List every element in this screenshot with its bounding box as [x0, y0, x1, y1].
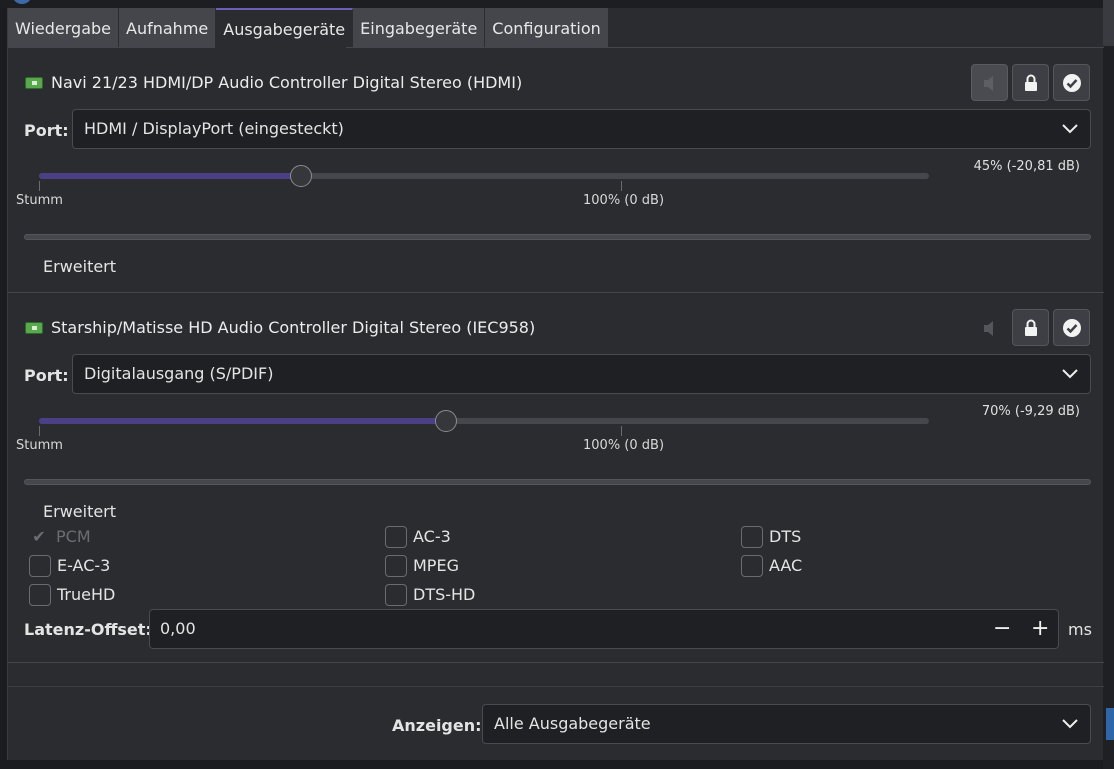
tab-configuration[interactable]: Configuration: [485, 8, 609, 48]
tab-ausgabegeraete[interactable]: Ausgabegeräte: [216, 8, 354, 48]
port-label: Port:: [24, 366, 69, 385]
checkbox-box[interactable]: [385, 555, 407, 577]
tick-100: [621, 426, 622, 436]
format-dtshd-checkbox[interactable]: DTS-HD: [385, 584, 475, 606]
speaker-icon: [984, 321, 993, 336]
device-separator: [8, 662, 1104, 663]
volume-slider[interactable]: [39, 410, 929, 432]
device-name: Starship/Matisse HD Audio Controller Dig…: [51, 318, 536, 337]
volume-slider-handle[interactable]: [290, 165, 312, 187]
background-window-edge: [1103, 0, 1114, 769]
checkbox-box[interactable]: [29, 555, 51, 577]
mute-button[interactable]: [971, 309, 1008, 346]
format-mpeg-checkbox[interactable]: MPEG: [385, 555, 459, 577]
tab-wiedergabe[interactable]: Wiedergabe: [8, 8, 120, 48]
check-circle-icon: [1063, 319, 1081, 337]
tab-underline: [346, 47, 1104, 48]
format-label: PCM: [56, 527, 91, 546]
sound-card-icon: [25, 322, 43, 334]
advanced-expander[interactable]: Erweitert: [43, 502, 116, 521]
chevron-down-icon: [1062, 369, 1078, 379]
volume-percent: 70% (-9,29 dB): [981, 404, 1080, 419]
port-value: Digitalausgang (S/PDIF): [84, 364, 274, 383]
lock-icon: [1025, 319, 1037, 336]
tab-bar: Wiedergabe Aufnahme Ausgabegeräte Eingab…: [8, 8, 609, 48]
format-truehd-checkbox[interactable]: TrueHD: [29, 584, 115, 606]
port-label: Port:: [24, 121, 69, 140]
tab-underline-left: [8, 47, 211, 48]
chevron-down-icon: [1062, 124, 1078, 134]
volume-percent: 45% (-20,81 dB): [973, 159, 1080, 174]
top-strip: [0, 0, 1114, 8]
mute-button[interactable]: [971, 64, 1008, 101]
lock-channels-button[interactable]: [1012, 64, 1049, 101]
checkbox-box[interactable]: [385, 526, 407, 548]
device-separator: [8, 292, 1104, 293]
port-value: HDMI / DisplayPort (eingesteckt): [84, 119, 344, 138]
sound-card-icon: [25, 77, 43, 89]
peak-meter: [24, 479, 1091, 485]
tab-aufnahme[interactable]: Aufnahme: [119, 8, 217, 48]
format-label: AAC: [769, 556, 803, 575]
latency-offset-spinbox[interactable]: 0,00 − +: [149, 609, 1059, 649]
increase-button[interactable]: +: [1031, 610, 1049, 648]
check-circle-icon: [1063, 74, 1081, 92]
volume-slider[interactable]: [39, 165, 929, 187]
speaker-icon: [984, 76, 993, 91]
checkbox-box[interactable]: [385, 584, 407, 606]
latency-unit: ms: [1068, 620, 1092, 639]
format-label: MPEG: [413, 556, 459, 575]
device-name: Navi 21/23 HDMI/DP Audio Controller Digi…: [51, 73, 523, 92]
volume-slider-fill: [39, 418, 446, 424]
port-select[interactable]: HDMI / DisplayPort (eingesteckt): [72, 109, 1091, 149]
format-label: DTS-HD: [413, 585, 476, 604]
peak-meter: [24, 234, 1091, 240]
format-label: E-AC-3: [57, 556, 111, 575]
set-default-button[interactable]: [1053, 309, 1090, 346]
port-select[interactable]: Digitalausgang (S/PDIF): [72, 354, 1091, 394]
set-default-button[interactable]: [1053, 64, 1090, 101]
lock-channels-button[interactable]: [1012, 309, 1049, 346]
show-label: Anzeigen:: [392, 716, 482, 735]
reference-scale-label: 100% (0 dB): [583, 438, 665, 453]
show-filter-select[interactable]: Alle Ausgabegeräte: [482, 704, 1091, 744]
mute-scale-label: Stumm: [16, 193, 63, 208]
checkbox-box[interactable]: [741, 526, 763, 548]
show-filter-value: Alle Ausgabegeräte: [494, 714, 651, 733]
footer-separator: [8, 686, 1104, 687]
format-aac-checkbox[interactable]: AAC: [741, 555, 802, 577]
format-pcm-checkbox: ✔ PCM: [28, 526, 91, 548]
mute-scale-label: Stumm: [16, 438, 63, 453]
latency-value: 0,00: [160, 619, 196, 638]
checkbox-box[interactable]: [29, 584, 51, 606]
checkbox-box[interactable]: [741, 555, 763, 577]
tick-mute: [39, 426, 40, 436]
tick-mute: [39, 181, 40, 191]
background-window-bar: [1103, 0, 1114, 46]
format-dts-checkbox[interactable]: DTS: [741, 526, 801, 548]
format-label: AC-3: [413, 527, 451, 546]
volume-slider-fill: [39, 173, 301, 179]
advanced-expander[interactable]: Erweitert: [43, 257, 116, 276]
format-eac3-checkbox[interactable]: E-AC-3: [29, 555, 110, 577]
chevron-down-icon: [1062, 719, 1078, 729]
pavucontrol-window: Wiedergabe Aufnahme Ausgabegeräte Eingab…: [7, 8, 1104, 760]
background-window-button: [1106, 708, 1114, 740]
decrease-button[interactable]: −: [993, 610, 1011, 648]
latency-offset-label: Latenz-Offset:: [24, 620, 152, 639]
volume-slider-handle[interactable]: [435, 410, 457, 432]
format-label: TrueHD: [57, 585, 116, 604]
reference-scale-label: 100% (0 dB): [583, 193, 665, 208]
checkmark-icon: ✔: [32, 527, 46, 546]
format-label: DTS: [769, 527, 802, 546]
lock-icon: [1025, 74, 1037, 91]
format-ac3-checkbox[interactable]: AC-3: [385, 526, 451, 548]
tab-eingabegeraete[interactable]: Eingabegeräte: [353, 8, 486, 48]
tick-100: [621, 181, 622, 191]
